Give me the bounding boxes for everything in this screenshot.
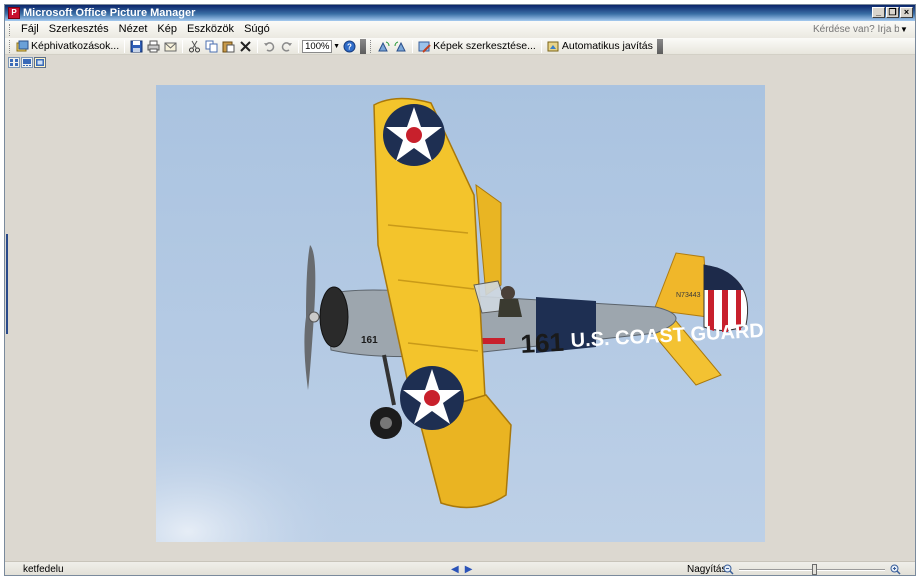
help-search-input[interactable] (813, 23, 899, 36)
toolbar-options[interactable] (360, 38, 367, 54)
thumbnail-view-button[interactable] (8, 56, 20, 68)
rotate-right-icon (394, 41, 406, 51)
zoom-out-icon[interactable] (723, 564, 734, 575)
undo-icon (264, 41, 275, 52)
restore-button[interactable]: ❒ (886, 7, 899, 18)
save-icon (130, 40, 143, 52)
cut-button[interactable] (186, 39, 203, 54)
toolbar-grip[interactable] (370, 39, 373, 53)
minimize-button[interactable]: _ (872, 7, 885, 18)
toolbar-separator (124, 39, 126, 53)
menu-grip[interactable] (9, 23, 12, 36)
paste-button[interactable] (220, 39, 237, 54)
shortcuts-label: Képhivatkozások... (31, 40, 120, 52)
zoom-combo[interactable]: 100% (302, 39, 333, 53)
standard-toolbar: Képhivatkozások... 100% ▼ ? Képek szerke… (5, 38, 915, 55)
filmstrip-view-icon (23, 58, 31, 66)
help-icon: ? (343, 40, 356, 52)
filmstrip-view-button[interactable] (21, 56, 33, 68)
chevron-down-icon[interactable]: ▼ (332, 40, 341, 53)
toolbar-separator (182, 39, 184, 53)
zoom-in-icon[interactable] (890, 564, 901, 575)
print-icon (147, 40, 160, 52)
toolbar-grip[interactable] (9, 39, 12, 53)
delete-icon (240, 40, 251, 52)
picture-display[interactable]: U.S. COAST GUARD 161 161 N73443 (156, 85, 765, 542)
toolbar-separator (298, 39, 300, 53)
menu-tools[interactable]: Eszközök (182, 22, 239, 37)
view-selector (5, 56, 915, 68)
menu-edit[interactable]: Szerkesztés (44, 22, 114, 37)
auto-correct-button[interactable]: Automatikus javítás (545, 39, 655, 54)
close-button[interactable]: × (900, 7, 913, 18)
save-button[interactable] (128, 39, 145, 54)
svg-text:?: ? (347, 42, 352, 51)
toolbar-separator (540, 39, 542, 53)
thumbnail-view-icon (10, 58, 18, 66)
menu-file[interactable]: Fájl (16, 22, 44, 37)
menu-view[interactable]: Nézet (114, 22, 153, 37)
email-icon (164, 42, 177, 51)
single-view-button[interactable] (34, 56, 46, 68)
app-icon: P (8, 7, 20, 19)
app-window: P Microsoft Office Picture Manager _ ❒ ×… (4, 4, 916, 576)
edit-pictures-icon (418, 41, 431, 53)
rotate-right-button[interactable] (392, 39, 409, 54)
help-button[interactable]: ? (341, 39, 358, 54)
copy-button[interactable] (203, 39, 220, 54)
toolbar-separator (412, 39, 414, 53)
svg-text:161: 161 (361, 335, 378, 346)
email-button[interactable] (162, 39, 179, 54)
previous-picture-button[interactable]: ◀ (451, 564, 459, 575)
title-bar[interactable]: P Microsoft Office Picture Manager _ ❒ × (5, 5, 915, 21)
menu-bar: Fájl Szerkesztés Nézet Kép Eszközök Súgó… (5, 21, 915, 38)
zoom-slider[interactable] (739, 564, 885, 575)
help-box: ▼ (813, 23, 909, 36)
print-button[interactable] (145, 39, 162, 54)
pane-splitter[interactable] (6, 234, 8, 334)
next-picture-button[interactable]: ▶ (465, 564, 473, 575)
copy-icon (205, 40, 218, 52)
edit-pictures-label: Képek szerkesztése... (433, 40, 536, 52)
window-controls: _ ❒ × (872, 7, 913, 18)
menu-help[interactable]: Súgó (239, 22, 275, 37)
shortcuts-icon (16, 40, 29, 51)
current-file-name: ketfedelu (23, 563, 64, 575)
svg-text:N73443: N73443 (676, 292, 701, 299)
chevron-down-icon[interactable]: ▼ (899, 25, 909, 34)
delete-button[interactable] (237, 39, 254, 54)
undo-button[interactable] (261, 39, 278, 54)
picture-navigation: ◀ ▶ (451, 564, 472, 575)
toolbar-options[interactable] (656, 38, 663, 54)
shortcuts-button[interactable]: Képhivatkozások... (14, 39, 121, 54)
auto-correct-icon (547, 41, 559, 51)
edit-pictures-button[interactable]: Képek szerkesztése... (416, 39, 538, 54)
zoom-slider-thumb[interactable] (812, 564, 817, 575)
auto-correct-label: Automatikus javítás (561, 40, 653, 52)
svg-text:161: 161 (520, 327, 565, 359)
rotate-left-icon (378, 41, 390, 51)
toolbar-separator (257, 39, 259, 53)
rotate-left-button[interactable] (375, 39, 392, 54)
redo-button[interactable] (278, 39, 295, 54)
menu-picture[interactable]: Kép (152, 22, 182, 37)
status-bar: ketfedelu ◀ ▶ Nagyítás: (5, 561, 915, 575)
single-view-icon (36, 58, 44, 66)
cut-icon (189, 40, 201, 52)
window-title: Microsoft Office Picture Manager (23, 7, 196, 19)
picture-pane: U.S. COAST GUARD 161 161 N73443 (5, 69, 915, 561)
paste-icon (222, 41, 235, 52)
redo-icon (281, 41, 293, 52)
